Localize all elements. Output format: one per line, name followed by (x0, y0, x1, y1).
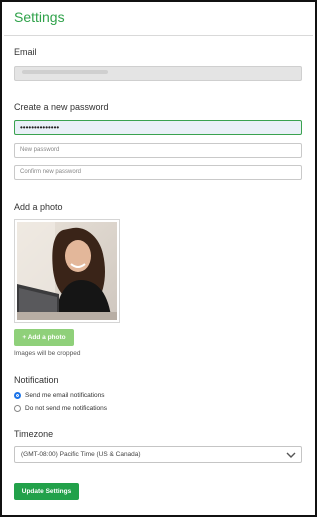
update-settings-button[interactable]: Update Settings (14, 483, 79, 500)
email-redaction (22, 70, 108, 74)
chevron-down-icon (286, 452, 296, 458)
new-password-placeholder: New password (20, 147, 60, 153)
notification-option-label: Do not send me notifications (25, 404, 108, 412)
current-password-field[interactable]: •••••••••••••• (14, 120, 302, 135)
confirm-password-field[interactable]: Confirm new password (14, 165, 302, 180)
timezone-section-label: Timezone (14, 429, 54, 439)
radio-selected[interactable] (14, 391, 21, 399)
confirm-password-placeholder: Confirm new password (20, 169, 82, 175)
timezone-selected-value: (GMT-08:00) Pacific Time (US & Canada) (21, 451, 141, 458)
page-title: Settings (14, 9, 65, 25)
photo-section-label: Add a photo (14, 202, 63, 212)
notification-option-none[interactable]: Do not send me notifications (14, 403, 107, 413)
add-photo-button[interactable]: + Add a photo (14, 329, 74, 346)
settings-panel: Settings Email Create a new password •••… (0, 0, 317, 517)
notification-option-email[interactable]: Send me email notifications (14, 390, 105, 400)
title-divider (4, 35, 313, 36)
photo-crop-note: Images will be cropped (14, 350, 81, 357)
password-section-label: Create a new password (14, 102, 109, 112)
email-label: Email (14, 47, 37, 57)
radio-unselected[interactable] (14, 404, 21, 412)
current-password-value: •••••••••••••• (20, 123, 60, 132)
new-password-field[interactable]: New password (14, 143, 302, 158)
timezone-select[interactable]: (GMT-08:00) Pacific Time (US & Canada) (14, 446, 302, 463)
notification-section-label: Notification (14, 375, 59, 385)
notification-option-label: Send me email notifications (25, 391, 105, 399)
profile-photo-image (17, 222, 117, 320)
profile-photo (14, 219, 120, 323)
